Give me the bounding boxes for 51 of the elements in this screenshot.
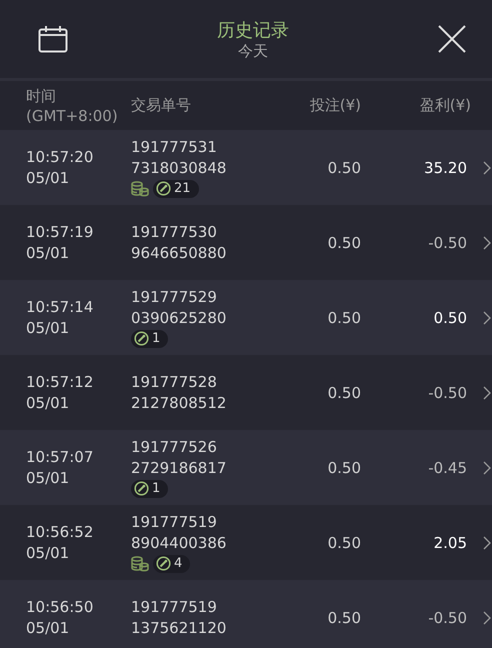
- column-header: 投注(¥): [308, 96, 361, 115]
- stake-amount: 0.50: [326, 458, 361, 476]
- stake-amount: 0.50: [326, 234, 361, 252]
- chevron-icon: [483, 460, 491, 474]
- stake-amount: 0.50: [326, 534, 361, 552]
- close-icon[interactable]: [438, 25, 466, 53]
- stake-amount: 0.50: [326, 158, 361, 176]
- order-number: 191777529 0390625280: [131, 286, 228, 328]
- count-badge: 21: [153, 180, 199, 198]
- count-badge: 4: [153, 554, 190, 572]
- chevron-icon: [483, 536, 491, 550]
- profit-amount: -0.50: [427, 384, 467, 402]
- chevron-icon: [483, 160, 491, 174]
- profit-amount: -0.50: [427, 608, 467, 626]
- stake-amount: 0.50: [326, 608, 361, 626]
- stake-amount: 0.50: [326, 384, 361, 402]
- order-number: 191777530 9646650880: [131, 222, 228, 264]
- history-row[interactable]: 10:57:20 05/01 191777531 7318030848 21 0.50 35.20: [0, 130, 492, 205]
- order-number: 191777531 7318030848: [131, 136, 228, 178]
- profit-amount: 2.05: [432, 534, 467, 552]
- chevron-icon: [483, 386, 491, 400]
- trade-time: 10:57:12 05/01: [25, 372, 94, 414]
- stake-amount: 0.50: [326, 308, 361, 326]
- trade-time: 10:56:52 05/01: [25, 522, 94, 564]
- trade-time: 10:57:20 05/01: [25, 146, 94, 188]
- column-header: 盈利(¥): [418, 96, 471, 115]
- order-number: 191777528 2127808512: [131, 372, 228, 414]
- count-badge: 1: [131, 330, 168, 348]
- column-header: 交易单号: [131, 96, 192, 115]
- profit-amount: 0.50: [432, 308, 467, 326]
- column-header: 时间 (GMT+8:00): [25, 86, 119, 126]
- chevron-icon: [483, 610, 491, 624]
- history-row[interactable]: 10:57:07 05/01 191777526 2729186817 1 0.50 -0.45: [0, 430, 492, 505]
- page-title: 历史记录: [217, 18, 289, 42]
- profit-amount: -0.50: [427, 234, 467, 252]
- chevron-icon: [483, 310, 491, 324]
- order-number: 191777519 8904400386: [131, 512, 228, 554]
- chevron-icon: [483, 236, 491, 250]
- profit-amount: 35.20: [423, 158, 467, 176]
- count-badge: 1: [131, 480, 168, 498]
- calendar-icon[interactable]: [38, 25, 68, 53]
- order-number: 191777526 2729186817: [131, 436, 228, 478]
- trade-time: 10:57:19 05/01: [25, 222, 94, 264]
- profit-amount: -0.45: [427, 458, 467, 476]
- history-row[interactable]: 10:57:14 05/01 191777529 0390625280 1 0.50 0.50: [0, 280, 492, 355]
- page-subtitle: 今天: [237, 42, 269, 60]
- order-number: 191777519 1375621120: [131, 596, 228, 638]
- trade-time: 10:57:14 05/01: [25, 296, 94, 338]
- trade-time: 10:56:50 05/01: [25, 596, 94, 638]
- trade-time: 10:57:07 05/01: [25, 446, 94, 488]
- history-row[interactable]: 10:56:50 05/01 191777519 1375621120 0.50 -0.50: [0, 580, 492, 648]
